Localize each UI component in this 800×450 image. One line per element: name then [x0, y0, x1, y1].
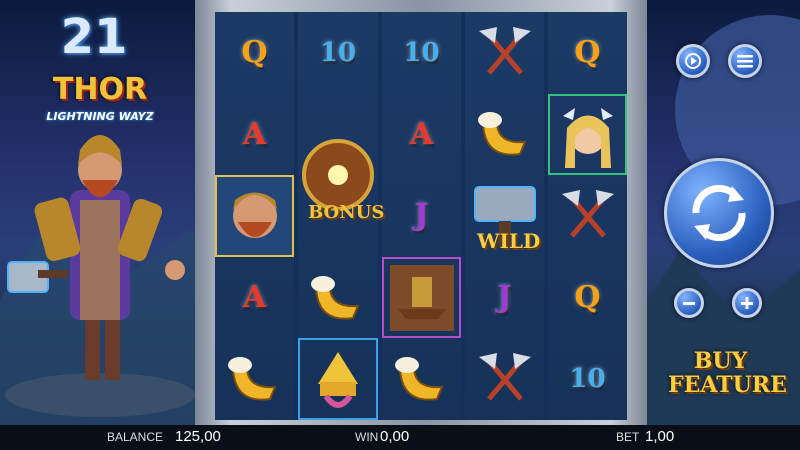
castle-icon [318, 352, 358, 409]
crossed-axes-icon [561, 189, 614, 238]
symbol-a: A [382, 94, 461, 176]
symbol-10: 10 [298, 12, 378, 94]
symbol-label: A [409, 116, 434, 152]
valkyrie-portrait-icon [562, 108, 613, 169]
thor-character-art: 21 THOR LIGHTNING WAYZ [0, 0, 215, 425]
symbol-q: Q [215, 12, 294, 94]
logo-number: 21 [60, 9, 128, 65]
symbol-j: J [465, 257, 544, 339]
buy-feature-line2: FEATURE [668, 371, 787, 398]
symbol-label: Q [241, 35, 268, 71]
thor-portrait-icon [232, 192, 277, 238]
balance-value: 125,00 [175, 428, 221, 445]
symbol-horn [465, 94, 544, 176]
horn-icon [311, 275, 360, 320]
bonus-label: BONUS [308, 201, 385, 223]
symbol-axes [465, 12, 544, 94]
symbol-horn [215, 338, 294, 420]
horn-icon [394, 357, 444, 401]
symbol-label: Q [574, 35, 601, 71]
reel-1: Q A A [215, 12, 294, 420]
plus-icon [741, 297, 753, 309]
symbol-axes [465, 338, 544, 420]
symbol-label: Q [574, 280, 601, 316]
reel-grid[interactable]: Q A A 10 BONUS 10 A J WILD J Q Q 10 [215, 12, 627, 420]
symbol-a: A [215, 257, 294, 339]
symbol-valkyrie [548, 93, 627, 176]
reel-3: 10 A J [382, 12, 461, 420]
symbol-q: Q [548, 257, 627, 339]
symbol-label: J [497, 280, 512, 316]
symbol-label: J [414, 198, 429, 234]
bet-decrease-button[interactable] [674, 288, 704, 318]
spin-icon [692, 184, 746, 242]
minus-icon [683, 302, 695, 305]
spin-button[interactable] [664, 158, 774, 268]
symbol-thor [215, 175, 294, 257]
crossed-axes-icon [478, 353, 531, 401]
symbol-q: Q [548, 12, 627, 94]
symbol-horn [382, 338, 461, 420]
symbol-castle [298, 338, 378, 420]
buy-feature-line1: BUY [693, 347, 748, 374]
menu-button[interactable] [728, 44, 762, 78]
symbol-ship [382, 256, 461, 339]
symbol-label: 10 [403, 37, 440, 68]
logo-title: THOR [52, 72, 148, 107]
symbol-label: A [242, 280, 267, 316]
crossed-axes-icon [478, 26, 531, 75]
symbol-bonus: BONUS [298, 94, 384, 257]
status-bar: BALANCE 125,00 WIN 0,00 BET 1,00 [0, 425, 800, 450]
bet-increase-button[interactable] [732, 288, 762, 318]
balance-label: BALANCE [107, 430, 164, 444]
symbol-j: J [382, 175, 461, 257]
autoplay-button[interactable] [676, 44, 710, 78]
symbol-a: A [215, 94, 294, 176]
bet-value: 1,00 [645, 428, 675, 445]
win-label: WIN [355, 430, 379, 444]
viking-ship-icon [389, 264, 454, 331]
horn-icon [227, 357, 277, 401]
autoplay-icon [685, 53, 701, 69]
win-value: 0,00 [380, 428, 410, 445]
buy-feature-button[interactable]: BUY FEATURE [668, 330, 787, 415]
horn-icon [477, 112, 527, 157]
symbol-label: 10 [569, 364, 606, 395]
reel-4: WILD J [465, 12, 544, 420]
symbol-horn [298, 257, 378, 339]
menu-icon [737, 55, 753, 68]
reel-5: Q Q 10 [548, 12, 627, 420]
symbol-label: A [242, 116, 267, 152]
reel-2: 10 BONUS [298, 12, 384, 420]
bet-label: BET [616, 430, 640, 444]
symbol-10: 10 [548, 338, 627, 420]
symbol-10: 10 [382, 12, 461, 94]
symbol-axes [548, 175, 627, 257]
symbol-wild: WILD [465, 175, 544, 257]
symbol-label: 10 [319, 37, 357, 68]
logo-subtitle: LIGHTNING WAYZ [46, 110, 154, 123]
wild-label: WILD [477, 228, 541, 253]
